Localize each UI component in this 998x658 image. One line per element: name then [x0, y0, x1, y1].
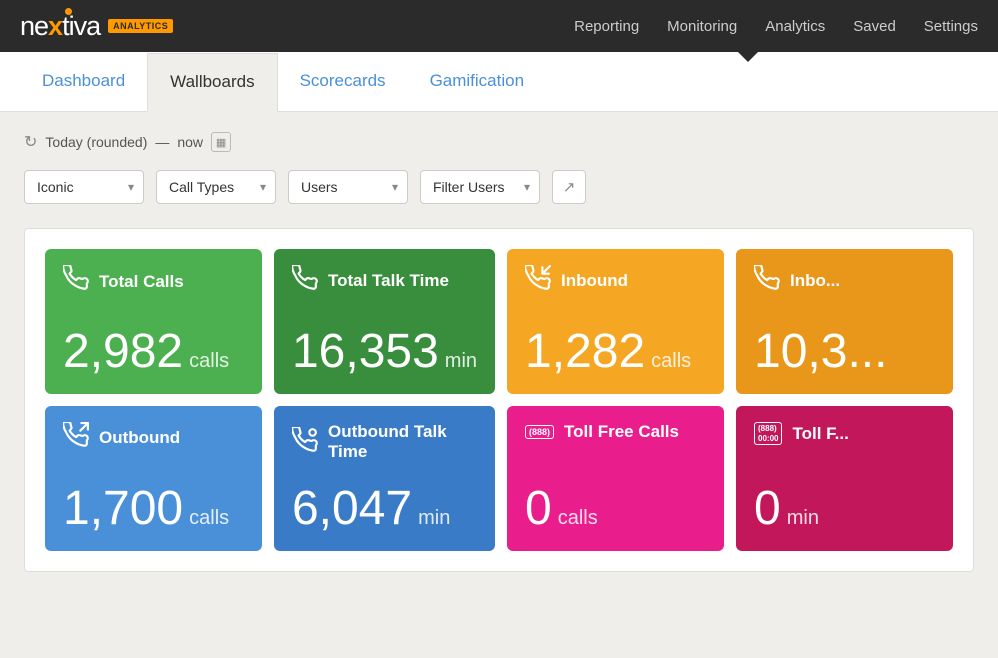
- toll-free-value-row: 0 calls: [525, 485, 706, 533]
- tab-dashboard[interactable]: Dashboard: [20, 53, 147, 112]
- outbound-talk-time-unit: min: [418, 507, 450, 530]
- date-text: Today (rounded): [45, 134, 147, 150]
- card-total-calls-header: Total Calls: [63, 265, 244, 298]
- nav-links: Reporting Monitoring Analytics Saved Set…: [574, 18, 978, 35]
- logo-text: nextiva: [20, 11, 100, 42]
- card-toll-free: (888) Toll Free Calls 0 calls: [507, 406, 724, 551]
- toll-free-partial-value: 0: [754, 485, 781, 533]
- card-inbound: Inbound 1,282 calls: [507, 249, 724, 394]
- logo-badge: ANALYTICS: [108, 19, 173, 33]
- nav-arrow: [738, 52, 758, 62]
- card-total-calls: Total Calls 2,982 calls: [45, 249, 262, 394]
- outbound-icon: [63, 422, 89, 453]
- users-select-wrapper: Users Teams Queues: [288, 170, 408, 204]
- inbound-talk-partial-value-row: 10,3...: [754, 328, 935, 376]
- card-total-talk-time: Total Talk Time 16,353 min: [274, 249, 495, 394]
- outbound-talk-time-title: Outbound Talk Time: [328, 422, 477, 462]
- card-outbound-header: Outbound: [63, 422, 244, 453]
- cards-container: Total Calls 2,982 calls Total Talk Time …: [24, 228, 974, 572]
- card-inbound-header: Inbound: [525, 265, 706, 296]
- main-content: ↻ Today (rounded) — now ▦ Iconic List De…: [0, 112, 998, 592]
- card-outbound: Outbound 1,700 calls: [45, 406, 262, 551]
- total-talk-time-icon: [292, 265, 318, 296]
- toll-free-partial-value-row: 0 min: [754, 485, 935, 533]
- export-icon: ↗: [563, 178, 576, 196]
- filters-row: Iconic List Detailed Call Types Inbound …: [24, 170, 974, 204]
- total-calls-icon: [63, 265, 89, 298]
- outbound-talk-time-value-row: 6,047 min: [292, 485, 477, 533]
- toll-free-partial-icon: (888) 00:00: [754, 422, 782, 445]
- outbound-talk-time-value: 6,047: [292, 485, 412, 533]
- card-total-talk-time-header: Total Talk Time: [292, 265, 477, 296]
- refresh-icon[interactable]: ↻: [24, 132, 37, 152]
- outbound-talk-time-icon: [292, 427, 318, 458]
- inbound-icon: [525, 265, 551, 296]
- toll-free-partial-title: Toll F...: [792, 424, 848, 444]
- total-calls-value-row: 2,982 calls: [63, 328, 244, 376]
- nav-saved[interactable]: Saved: [853, 18, 896, 35]
- card-toll-free-header: (888) Toll Free Calls: [525, 422, 706, 442]
- total-talk-time-value: 16,353: [292, 328, 439, 376]
- toll-free-value: 0: [525, 485, 552, 533]
- nav-reporting[interactable]: Reporting: [574, 18, 639, 35]
- nav-settings[interactable]: Settings: [924, 18, 978, 35]
- card-toll-free-partial-header: (888) 00:00 Toll F...: [754, 422, 935, 445]
- inbound-talk-partial-title: Inbo...: [790, 271, 840, 291]
- total-calls-value: 2,982: [63, 328, 183, 376]
- total-calls-unit: calls: [189, 350, 229, 373]
- export-button[interactable]: ↗: [552, 170, 586, 204]
- tab-gamification[interactable]: Gamification: [408, 53, 546, 112]
- card-inbound-talk-time-partial: Inbo... 10,3...: [736, 249, 953, 394]
- tab-wallboards[interactable]: Wallboards: [147, 53, 277, 113]
- total-talk-time-title: Total Talk Time: [328, 271, 449, 291]
- toll-free-partial-unit: min: [787, 507, 819, 530]
- tab-scorecards[interactable]: Scorecards: [278, 53, 408, 112]
- inbound-unit: calls: [651, 350, 691, 373]
- view-select[interactable]: Iconic List Detailed: [24, 170, 144, 204]
- toll-free-title: Toll Free Calls: [564, 422, 679, 442]
- users-select[interactable]: Users Teams Queues: [288, 170, 408, 204]
- inbound-value: 1,282: [525, 328, 645, 376]
- navbar: nextiva ANALYTICS Reporting Monitoring A…: [0, 0, 998, 52]
- date-separator: —: [155, 134, 169, 150]
- total-talk-time-unit: min: [445, 350, 477, 373]
- inbound-talk-partial-value: 10,3...: [754, 328, 887, 376]
- card-toll-free-partial: (888) 00:00 Toll F... 0 min: [736, 406, 953, 551]
- call-types-select-wrapper: Call Types Inbound Outbound: [156, 170, 276, 204]
- filter-users-select[interactable]: Filter Users: [420, 170, 540, 204]
- card-inbound-talk-partial-header: Inbo...: [754, 265, 935, 296]
- outbound-value-row: 1,700 calls: [63, 485, 244, 533]
- card-outbound-talk-time-header: Outbound Talk Time: [292, 422, 477, 462]
- call-types-select[interactable]: Call Types Inbound Outbound: [156, 170, 276, 204]
- card-outbound-talk-time: Outbound Talk Time 6,047 min: [274, 406, 495, 551]
- nav-monitoring[interactable]: Monitoring: [667, 18, 737, 35]
- date-range: now: [177, 134, 203, 150]
- toll-free-icon: (888): [525, 425, 554, 440]
- toll-free-unit: calls: [558, 507, 598, 530]
- total-talk-time-value-row: 16,353 min: [292, 328, 477, 376]
- inbound-title: Inbound: [561, 271, 628, 291]
- date-row: ↻ Today (rounded) — now ▦: [24, 132, 974, 152]
- outbound-unit: calls: [189, 507, 229, 530]
- outbound-value: 1,700: [63, 485, 183, 533]
- tabs-bar: Dashboard Wallboards Scorecards Gamifica…: [0, 52, 998, 112]
- outbound-title: Outbound: [99, 428, 180, 448]
- inbound-talk-partial-icon: [754, 265, 780, 296]
- logo: nextiva ANALYTICS: [20, 11, 173, 42]
- filter-users-select-wrapper: Filter Users: [420, 170, 540, 204]
- total-calls-title: Total Calls: [99, 272, 184, 292]
- inbound-value-row: 1,282 calls: [525, 328, 706, 376]
- calendar-icon[interactable]: ▦: [211, 132, 231, 152]
- nav-analytics[interactable]: Analytics: [765, 18, 825, 35]
- view-select-wrapper: Iconic List Detailed: [24, 170, 144, 204]
